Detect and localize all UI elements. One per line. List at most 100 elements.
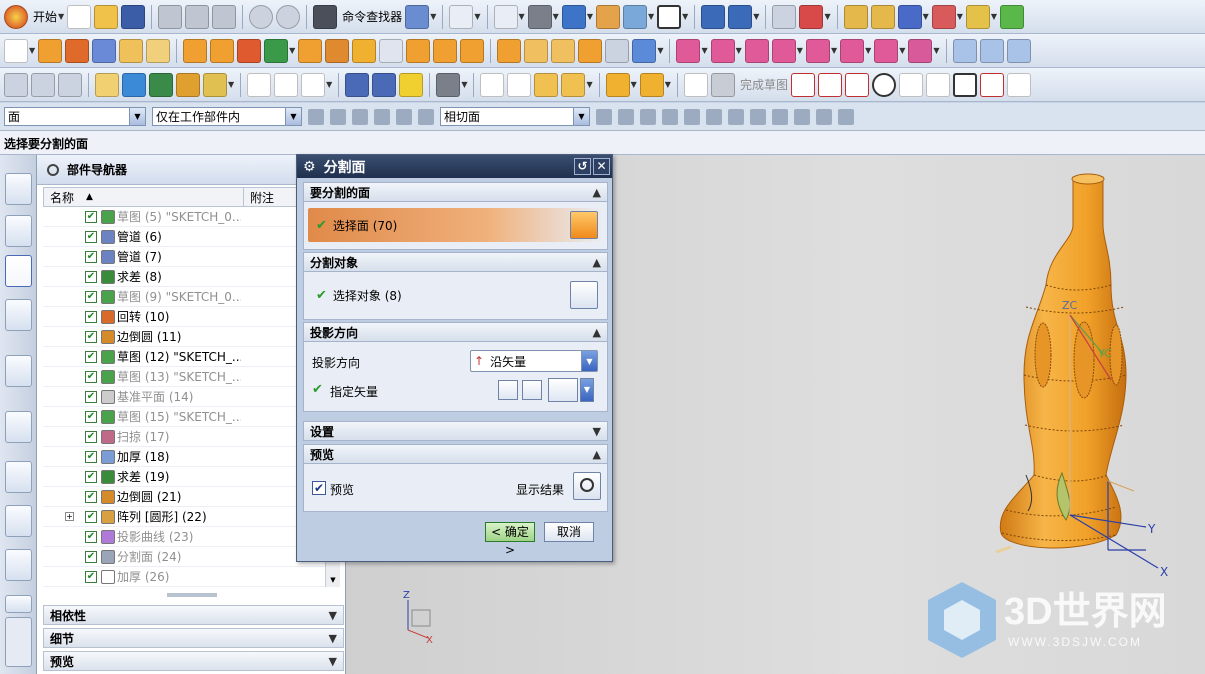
snap-mid-icon[interactable] (640, 108, 656, 125)
plane-icon[interactable] (605, 38, 630, 63)
intersect-icon[interactable] (771, 38, 796, 63)
chevron-down-icon[interactable]: ▼ (736, 46, 742, 55)
link-icon[interactable] (274, 72, 299, 97)
object-select-icon[interactable] (570, 281, 598, 309)
ruler-icon[interactable] (965, 4, 990, 29)
extrude-icon[interactable] (38, 38, 63, 63)
deselect-icon[interactable] (374, 108, 390, 125)
wave-icon[interactable] (122, 72, 146, 97)
note-column-header[interactable]: 附注 (244, 189, 274, 206)
chevron-down-icon[interactable]: ▼ (923, 12, 929, 21)
paste-icon[interactable] (212, 4, 237, 29)
surface-mesh-icon[interactable] (979, 38, 1004, 63)
tree-row[interactable]: ✔ 加厚 (18) (43, 447, 331, 467)
tube-icon[interactable] (436, 72, 461, 97)
info-icon[interactable] (449, 4, 474, 29)
section-settings[interactable]: 设置 ▼ (303, 421, 608, 441)
face-select-icon[interactable] (570, 211, 598, 239)
move-icon[interactable] (728, 4, 753, 29)
clock-tab[interactable] (5, 461, 32, 493)
shell-icon[interactable] (298, 38, 323, 63)
swept-icon[interactable] (1006, 38, 1031, 63)
ok-button[interactable]: < 确定 > (485, 522, 535, 557)
tree-row[interactable]: ✔ 边倒圆 (11) (43, 327, 331, 347)
tree-row[interactable]: ✔ 加厚 (26) (43, 567, 331, 587)
tree-row[interactable]: ✔ 草图 (15) "SKETCH_... (43, 407, 331, 427)
visibility-checkbox[interactable]: ✔ (85, 270, 97, 283)
redo-icon[interactable] (276, 4, 301, 29)
visibility-checkbox[interactable]: ✔ (85, 250, 97, 263)
tree-row[interactable]: ✔ 投影曲线 (23) (43, 527, 331, 547)
chevron-down-icon[interactable]: ▼ (648, 12, 654, 21)
chevron-down-icon[interactable]: ▼ (29, 46, 35, 55)
reverse-direction-icon[interactable] (498, 380, 518, 400)
chevron-down-icon[interactable]: ▼ (329, 609, 337, 622)
chevron-down-icon[interactable]: ▼ (129, 108, 145, 125)
visibility-checkbox[interactable]: ✔ (85, 430, 97, 443)
snap-icon[interactable] (843, 4, 868, 29)
chevron-down-icon[interactable]: ▼ (586, 80, 592, 89)
flag-icon[interactable] (622, 4, 647, 29)
close-icon[interactable]: ✕ (593, 158, 610, 175)
geometry-icon[interactable] (639, 72, 664, 97)
visibility-checkbox[interactable]: ✔ (85, 290, 97, 303)
open-folder-icon[interactable] (94, 4, 119, 29)
chevron-down-icon[interactable]: ▼ (329, 655, 337, 668)
chevron-down-icon[interactable]: ▼ (593, 425, 601, 438)
chevron-down-icon[interactable]: ▼ (657, 46, 663, 55)
chevron-down-icon[interactable]: ▼ (587, 12, 593, 21)
snap-intersect-icon[interactable] (706, 108, 722, 125)
mesh-icon[interactable] (578, 38, 603, 63)
tree-row[interactable]: ✔ 管道 (7) (43, 247, 331, 267)
connect-icon[interactable] (247, 72, 272, 97)
visibility-checkbox[interactable]: ✔ (85, 530, 97, 543)
mirror-icon[interactable] (701, 4, 726, 29)
name-column-header[interactable]: 名称 ▲ (44, 188, 244, 206)
snap-end-icon[interactable] (618, 108, 634, 125)
preview-checkbox[interactable]: ✔ (312, 481, 326, 495)
undo-icon[interactable] (249, 4, 274, 29)
start-menu-icon[interactable] (4, 4, 28, 29)
curve-mesh-icon[interactable] (952, 38, 977, 63)
roles-tab[interactable] (5, 595, 32, 613)
chevron-down-icon[interactable]: ▼ (58, 12, 64, 21)
chevron-down-icon[interactable]: ▼ (329, 632, 337, 645)
boss-icon[interactable] (146, 38, 171, 63)
profile-icon[interactable] (790, 72, 815, 97)
chevron-down-icon[interactable]: ▼ (519, 12, 525, 21)
start-menu-button[interactable]: 开始 (33, 8, 57, 25)
tree-row[interactable]: + ✔ 阵列 [圆形] (22) (43, 507, 331, 527)
chevron-down-icon[interactable]: ▼ (682, 12, 688, 21)
snap-center-icon[interactable] (728, 108, 744, 125)
offset-icon[interactable] (406, 38, 431, 63)
visibility-checkbox[interactable]: ✔ (85, 330, 97, 343)
tree-row[interactable]: ✔ 管道 (6) (43, 227, 331, 247)
face-rule-select[interactable]: 相切面 ▼ (440, 107, 590, 126)
pin-icon[interactable] (47, 163, 59, 176)
subtract-icon[interactable] (744, 38, 769, 63)
tree-row[interactable]: ✔ 扫掠 (17) (43, 427, 331, 447)
sketch-task-icon[interactable] (683, 72, 708, 97)
snap-on-face-icon[interactable] (816, 108, 832, 125)
finish-sketch-icon[interactable] (710, 72, 735, 97)
revolve-icon[interactable] (65, 38, 90, 63)
chevron-down-icon[interactable]: ▼ (665, 80, 671, 89)
chevron-down-icon[interactable]: ▼ (461, 80, 467, 89)
chevron-down-icon[interactable]: ▼ (474, 12, 480, 21)
chevron-up-icon[interactable]: ▲ (593, 186, 601, 199)
diamond-icon[interactable] (897, 4, 922, 29)
chevron-down-icon[interactable]: ▼ (326, 80, 332, 89)
part-navigator-tab[interactable] (5, 255, 32, 287)
command-finder-button[interactable]: 命令查找器 (342, 8, 402, 25)
solid-icon[interactable] (497, 38, 522, 63)
label-icon[interactable] (95, 72, 119, 97)
visibility-checkbox[interactable]: ✔ (85, 570, 97, 583)
splitter-handle[interactable] (167, 593, 217, 597)
chevron-down-icon[interactable]: ▼ (991, 12, 997, 21)
visibility-checkbox[interactable]: ✔ (85, 450, 97, 463)
chevron-down-icon[interactable]: ▼ (933, 46, 939, 55)
tree-row[interactable]: ✔ 求差 (19) (43, 467, 331, 487)
arrow-right-icon[interactable] (596, 108, 612, 125)
tree-row[interactable]: ✔ 回转 (10) (43, 307, 331, 327)
chevron-down-icon[interactable]: ▼ (824, 12, 830, 21)
